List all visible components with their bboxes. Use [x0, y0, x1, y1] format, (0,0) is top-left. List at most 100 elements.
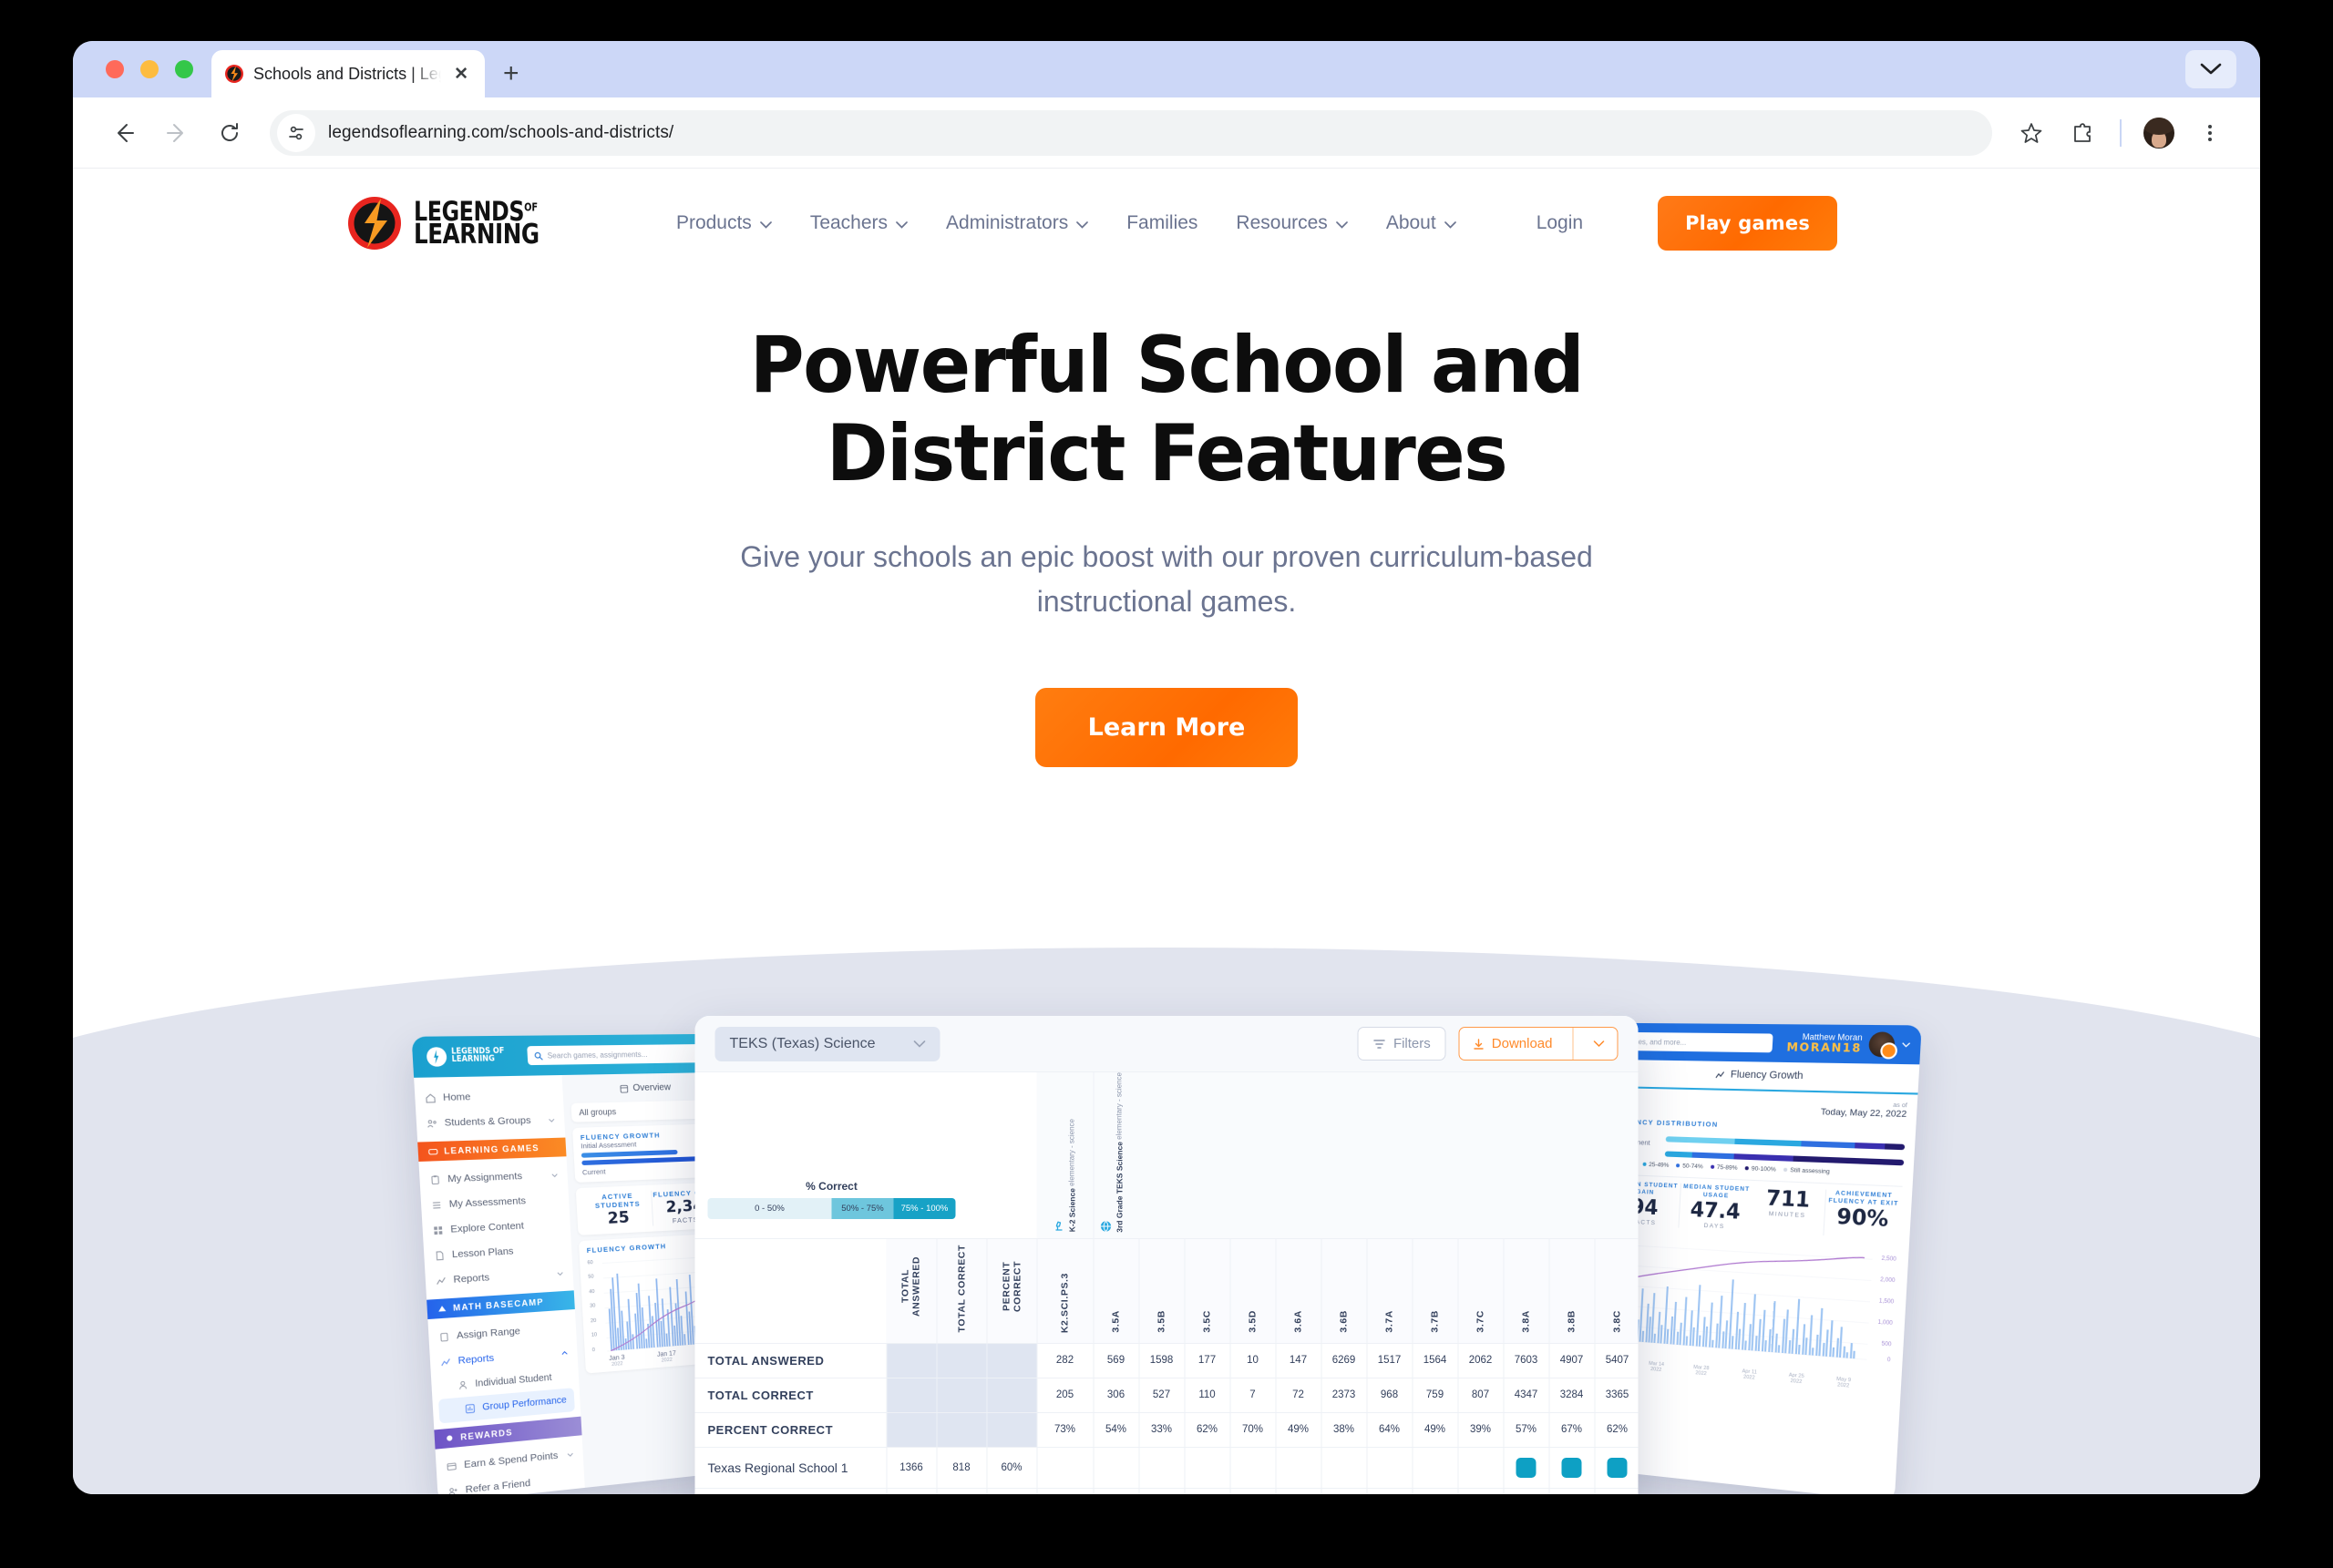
- cell: 1517: [1366, 1343, 1413, 1378]
- tab-label: Fluency Growth: [1730, 1069, 1804, 1082]
- close-window-button[interactable]: [106, 60, 124, 78]
- nav-item-families[interactable]: Families: [1126, 212, 1197, 234]
- cell: 1366: [886, 1447, 937, 1489]
- filters-button[interactable]: Filters: [1357, 1027, 1446, 1061]
- y-tick: 60: [587, 1259, 593, 1266]
- maximize-window-button[interactable]: [175, 60, 193, 78]
- list-icon: [431, 1199, 443, 1210]
- heat-cell: [1036, 1447, 1094, 1489]
- nav-item-teachers[interactable]: Teachers: [810, 212, 908, 234]
- column-header-standard: 3.7A: [1366, 1238, 1413, 1344]
- forward-arrow-icon[interactable]: [153, 109, 200, 157]
- star-icon[interactable]: [2009, 110, 2054, 156]
- column-header-total-correct: TOTAL CORRECT: [936, 1238, 987, 1344]
- y-tick: 50: [588, 1274, 594, 1280]
- puzzle-piece-icon[interactable]: [2060, 110, 2105, 156]
- column-header-standard: 3.8C: [1594, 1238, 1639, 1344]
- cell: 4347: [1503, 1378, 1549, 1413]
- back-arrow-icon[interactable]: [100, 109, 148, 157]
- address-bar[interactable]: legendsoflearning.com/schools-and-distri…: [270, 109, 1992, 156]
- group-title: K-2 Science: [1067, 1188, 1077, 1233]
- learn-more-button[interactable]: Learn More: [1034, 687, 1299, 767]
- initial-assessment-bar: [1665, 1135, 1906, 1150]
- table-row[interactable]: Texas Regional School 2 16056 9443 59%: [694, 1488, 1639, 1494]
- percent-correct-legend: % Correct 0 - 50% 50% - 75% 75% - 100%: [707, 1180, 956, 1219]
- screenshot-root: Schools and Districts | Legends of Learn…: [0, 0, 2333, 1568]
- toolbar-divider: [2120, 118, 2122, 147]
- microscope-icon: [1055, 1221, 1063, 1231]
- download-button[interactable]: Download: [1458, 1027, 1619, 1061]
- sidebar-section-math-basecamp: MATH BASECAMP: [427, 1290, 575, 1320]
- legend-item: 50-74%: [1676, 1163, 1703, 1170]
- column-header-row: TOTAL ANSWERED TOTAL CORRECT PERCENT COR…: [694, 1238, 1639, 1344]
- standard-select[interactable]: TEKS (Texas) Science: [714, 1026, 940, 1061]
- nav-item-products[interactable]: Products: [676, 212, 772, 234]
- person-icon: [457, 1379, 469, 1391]
- user-info: Matthew Moran MORAN18: [1786, 1032, 1863, 1055]
- site-logo[interactable]: LEGENDSOF LEARNING: [346, 195, 567, 251]
- dashboard-right-search-input[interactable]: ...izzes, and more...: [1617, 1031, 1773, 1053]
- chevron-down-icon: [1593, 1040, 1605, 1047]
- nav-item-about[interactable]: About: [1386, 212, 1456, 234]
- report-toolbar: TEKS (Texas) Science Filters Download: [694, 1016, 1639, 1072]
- nav-label: Families: [1126, 212, 1198, 233]
- sidebar-item-students-groups[interactable]: Students & Groups: [416, 1107, 565, 1136]
- column-header-standard: 3.6B: [1321, 1238, 1367, 1344]
- stat-active-students: ACTIVE STUDENTS 25: [583, 1190, 652, 1228]
- legend-band-50-75: 50% - 75%: [831, 1198, 894, 1219]
- table-row[interactable]: Texas Regional School 1 1366 818 60%: [694, 1447, 1639, 1489]
- group-header-k2-science: K-2 Science elementary - science: [1036, 1072, 1094, 1239]
- three-dot-menu-icon[interactable]: [2187, 110, 2233, 156]
- y-tick: 30: [589, 1303, 596, 1309]
- school-name: Texas Regional School 1: [694, 1447, 887, 1489]
- chevron-down-icon: [557, 1271, 564, 1276]
- reload-icon[interactable]: [206, 109, 253, 157]
- sidebar-section-label: LEARNING GAMES: [443, 1143, 540, 1156]
- play-games-button[interactable]: Play games: [1658, 196, 1838, 251]
- cell: 64%: [1366, 1412, 1413, 1448]
- mountain-icon: [437, 1305, 447, 1312]
- download-label: Download: [1491, 1036, 1553, 1051]
- column-header-standard: 3.5B: [1138, 1238, 1185, 1344]
- cell: 7: [1229, 1378, 1276, 1413]
- browser-window: Schools and Districts | Legends of Learn…: [73, 41, 2260, 1494]
- heat-cell: [1184, 1447, 1230, 1489]
- profile-avatar-icon[interactable]: [2136, 110, 2182, 156]
- dashboard-search-input[interactable]: Search games, assignments...: [527, 1043, 717, 1066]
- site-settings-icon[interactable]: [277, 113, 315, 152]
- dashboard-screenshots: LEGENDS OF LEARNING Search games, assign…: [73, 1016, 2260, 1494]
- login-link[interactable]: Login: [1536, 212, 1583, 234]
- dashboard-logo: LEGENDS OF LEARNING: [426, 1046, 515, 1067]
- x-tick: Mar 14 2022: [1648, 1360, 1665, 1373]
- close-tab-button[interactable]: ✕: [450, 64, 472, 85]
- chevron-up-icon: [561, 1350, 569, 1356]
- heat-cell: [1503, 1447, 1549, 1489]
- tab-list-chevron-down-icon[interactable]: [2185, 50, 2236, 88]
- legend-band-0-50: 0 - 50%: [707, 1198, 832, 1219]
- heat-cell: [1229, 1488, 1276, 1494]
- filters-label: Filters: [1393, 1036, 1431, 1051]
- minimize-window-button[interactable]: [140, 60, 159, 78]
- avatar[interactable]: [1867, 1031, 1896, 1058]
- chevron-down-icon: [551, 1173, 559, 1177]
- sidebar-item-label: Students & Groups: [444, 1114, 531, 1129]
- sidebar-item-home[interactable]: Home: [415, 1082, 564, 1111]
- legends-of-learning-favicon: [224, 64, 244, 84]
- y-tick: 2,500: [1881, 1255, 1896, 1263]
- browser-tab[interactable]: Schools and Districts | Legends of Learn…: [211, 50, 485, 97]
- nav-label: Resources: [1236, 212, 1328, 233]
- tab-label: Overview: [632, 1082, 672, 1094]
- x-tick: Apr 11 2022: [1742, 1368, 1757, 1381]
- chevron-down-icon: [896, 212, 908, 234]
- overview-icon: [619, 1083, 629, 1092]
- cell: 807: [1457, 1378, 1504, 1413]
- new-tab-button[interactable]: +: [485, 50, 538, 97]
- heat-cell: [1366, 1488, 1413, 1494]
- y-tick: 2,000: [1879, 1276, 1896, 1285]
- cell: 2062: [1457, 1343, 1504, 1378]
- nav-item-resources[interactable]: Resources: [1236, 212, 1348, 234]
- grid-icon: [434, 1225, 443, 1235]
- nav-item-administrators[interactable]: Administrators: [946, 212, 1089, 234]
- cell: 2373: [1321, 1378, 1367, 1413]
- download-dropdown-toggle[interactable]: [1581, 1032, 1618, 1056]
